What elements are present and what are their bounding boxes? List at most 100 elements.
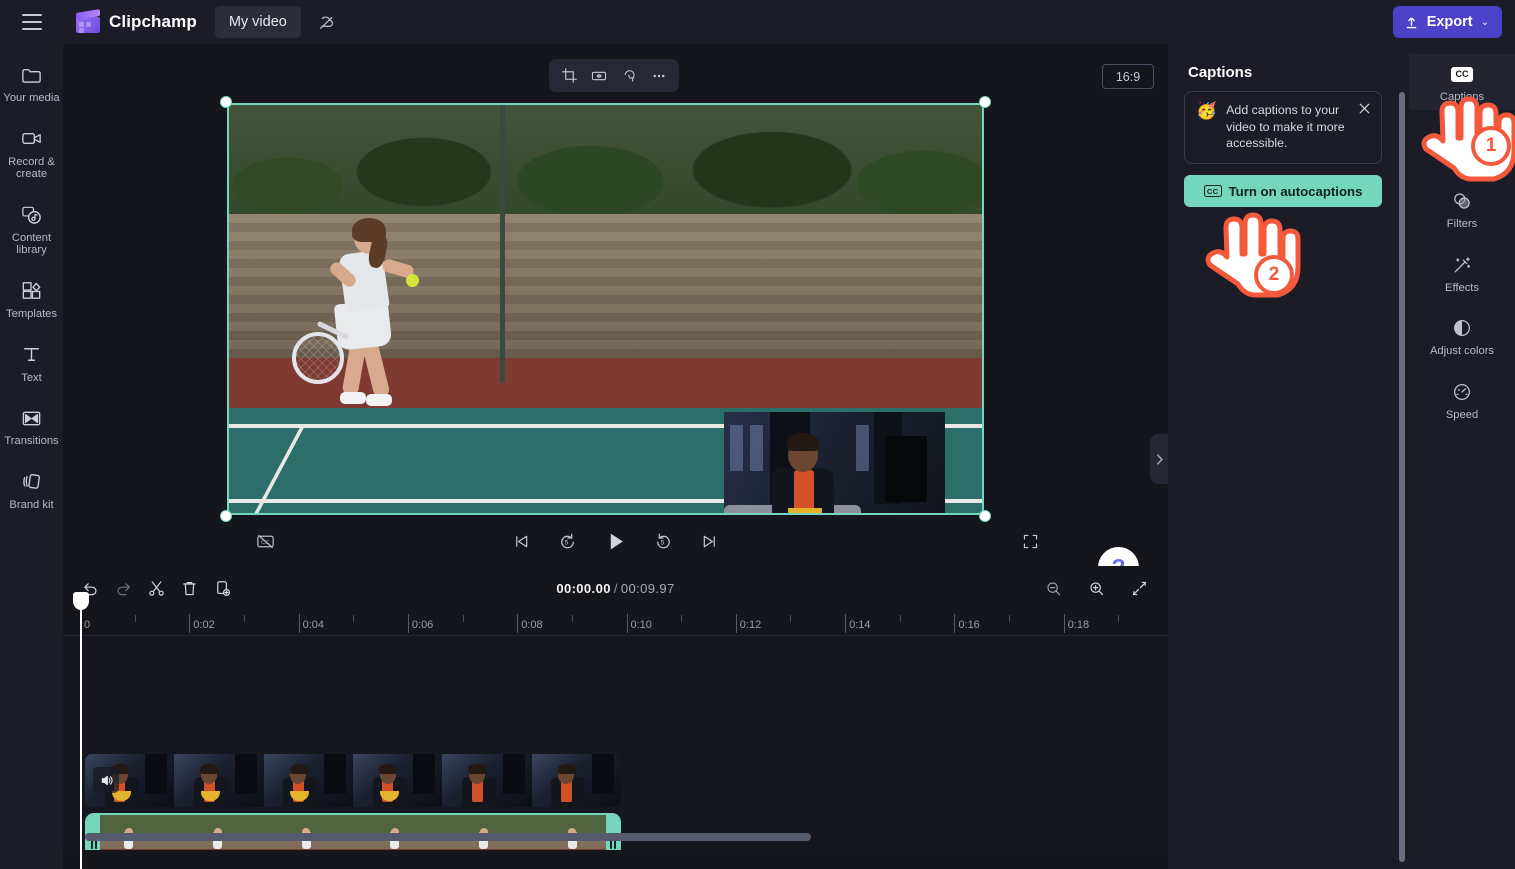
fullscreen-button[interactable]: [1021, 532, 1040, 551]
skip-to-start-button[interactable]: [512, 532, 531, 551]
zoom-in-button[interactable]: [1081, 573, 1111, 603]
speed-prop-item[interactable]: Speed: [1409, 372, 1515, 428]
filters-prop-item[interactable]: Filters: [1409, 181, 1515, 237]
ruler-tick-label: 0:12: [736, 619, 761, 631]
selection-handle-top-right[interactable]: [979, 96, 991, 108]
prop-label: Speed: [1446, 409, 1478, 422]
ruler-tick-minor: [790, 615, 791, 622]
table-row[interactable]: [85, 813, 621, 850]
turn-on-autocaptions-button[interactable]: CC Turn on autocaptions: [1184, 175, 1382, 207]
rotate-button[interactable]: [615, 62, 643, 89]
export-button[interactable]: Export ⌄: [1393, 6, 1502, 38]
project-name-button[interactable]: My video: [215, 6, 301, 38]
ruler-tick-label: 0:04: [299, 619, 324, 631]
rewind-5-button[interactable]: 5: [557, 531, 578, 552]
aspect-ratio-badge[interactable]: 16:9: [1102, 64, 1154, 89]
annotation-badge-2: 2: [1254, 255, 1294, 295]
transitions-icon: [20, 406, 44, 430]
clipchamp-logo-icon: [76, 11, 100, 33]
sidebar-item-brand-kit[interactable]: Brand kit: [0, 461, 63, 519]
templates-grid-icon: [20, 279, 44, 303]
adjust-colors-prop-item[interactable]: Adjust colors: [1409, 308, 1515, 364]
fit-timeline-button[interactable]: [1124, 573, 1154, 603]
effects-prop-item[interactable]: Effects: [1409, 245, 1515, 301]
ruler-tick-label: 0:02: [189, 619, 214, 631]
tennis-player: [310, 206, 430, 461]
timeline: 00:00.00/00:09.97 00:020:040:060:080:100…: [63, 566, 1168, 869]
ruler-tick-minor: [135, 615, 136, 622]
media-library-icon: [20, 203, 44, 227]
time-separator: /: [614, 581, 618, 596]
crop-button[interactable]: [555, 62, 583, 89]
more-options-button[interactable]: [645, 62, 673, 89]
cc-icon: CC: [1450, 62, 1474, 86]
left-sidebar: Your media Record & create Content libra…: [0, 44, 63, 869]
forward-5-button[interactable]: 5: [653, 531, 674, 552]
info-card: 🥳 Add captions to your video to make it …: [1184, 91, 1382, 164]
captions-prop-item[interactable]: CC Captions: [1409, 54, 1515, 110]
picture-in-picture-overlay[interactable]: [724, 412, 945, 515]
sidebar-label: Your media: [3, 92, 59, 105]
player-controls: CC 5: [63, 516, 1168, 566]
timeline-ruler[interactable]: 00:020:040:060:080:100:120:140:160:18: [63, 610, 1168, 636]
fit-button[interactable]: [585, 62, 613, 89]
effects-wand-icon: [1450, 253, 1474, 277]
properties-rail: CC Captions Fade Filters: [1409, 44, 1515, 869]
sidebar-label: Text: [21, 372, 42, 385]
speaker-icon[interactable]: [93, 767, 119, 793]
timeline-toolbar: 00:00.00/00:09.97: [63, 566, 1168, 610]
brand-kit-icon: [20, 470, 44, 494]
play-button[interactable]: [604, 530, 627, 553]
selection-handle-top-left[interactable]: [220, 96, 232, 108]
sidebar-item-text[interactable]: Text: [0, 334, 63, 392]
upload-icon: [1404, 15, 1419, 30]
sidebar-item-transitions[interactable]: Transitions: [0, 397, 63, 455]
sidebar-item-your-media[interactable]: Your media: [0, 54, 63, 112]
playhead[interactable]: [80, 604, 82, 869]
close-icon[interactable]: [1354, 98, 1374, 118]
folder-icon: [20, 63, 44, 87]
cc-icon: CC: [1204, 185, 1222, 197]
speed-gauge-icon: [1450, 380, 1474, 404]
timeline-horizontal-scrollbar[interactable]: [85, 833, 811, 841]
prop-label: Filters: [1447, 218, 1477, 231]
video-canvas: [227, 103, 984, 515]
prop-label: Effects: [1445, 282, 1479, 295]
preview-right-expand-toggle[interactable]: [1150, 434, 1168, 484]
text-t-icon: [20, 343, 44, 367]
preview-area: 16:9: [63, 44, 1168, 566]
table-row[interactable]: [85, 754, 621, 807]
ruler-tick-label: 0:06: [408, 619, 433, 631]
svg-text:5: 5: [565, 539, 569, 546]
zoom-out-button[interactable]: [1038, 573, 1068, 603]
total-duration: 00:09.97: [621, 581, 675, 596]
ruler-tick-minor: [572, 615, 573, 622]
sidebar-label: Content library: [2, 232, 61, 257]
playhead-knob[interactable]: [73, 592, 89, 610]
current-time: 00:00.00: [556, 581, 611, 596]
ruler-tick-label: 0:16: [954, 619, 979, 631]
ruler-tick-minor: [244, 615, 245, 622]
ruler-tick-label: 0:18: [1064, 619, 1089, 631]
prop-label: Fade: [1449, 155, 1475, 168]
sidebar-item-record-create[interactable]: Record & create: [0, 118, 63, 188]
filters-icon: [1450, 189, 1474, 213]
sidebar-label: Record & create: [2, 156, 61, 181]
sidebar-label: Templates: [6, 308, 57, 321]
sidebar-label: Transitions: [4, 435, 58, 448]
hamburger-menu-icon[interactable]: [10, 0, 54, 44]
timeline-tracks[interactable]: [63, 636, 1168, 850]
sidebar-item-content-library[interactable]: Content library: [0, 194, 63, 264]
ruler-tick-label: 0:14: [845, 619, 870, 631]
video-preview-frame[interactable]: [227, 103, 984, 515]
svg-text:5: 5: [661, 539, 665, 546]
ruler-tick-minor: [1118, 615, 1119, 622]
annotation-badge-1: 1: [1471, 126, 1511, 166]
skip-to-end-button[interactable]: [700, 532, 719, 551]
ruler-tick-minor: [681, 615, 682, 622]
ruler-tick-label: 0:10: [627, 619, 652, 631]
sidebar-item-templates[interactable]: Templates: [0, 270, 63, 328]
video-camera-icon: [20, 127, 44, 151]
panel-scrollbar[interactable]: [1399, 92, 1405, 862]
cloud-off-icon[interactable]: [309, 6, 343, 38]
